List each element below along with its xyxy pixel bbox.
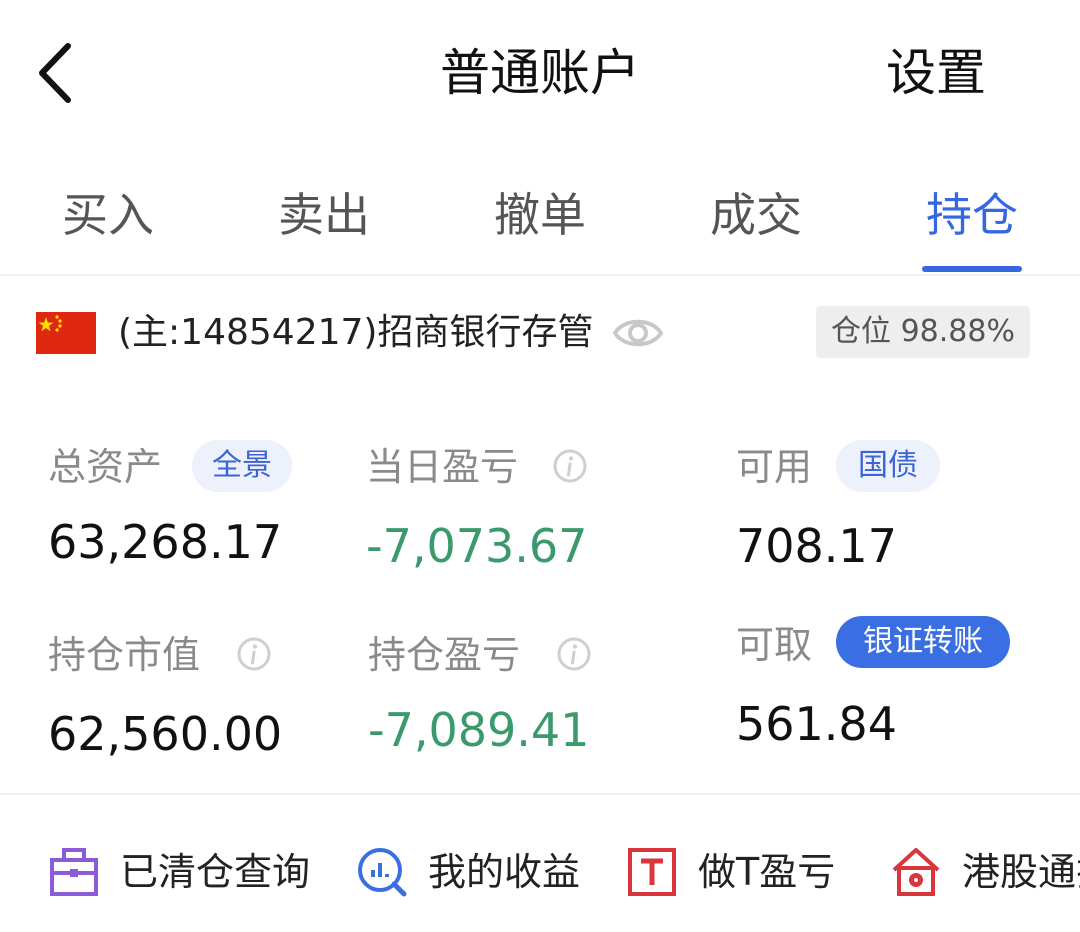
shortcut-label: 已清仓查询 bbox=[120, 850, 311, 894]
chart-magnifier-icon bbox=[358, 848, 407, 897]
account-row: (主:14854217)招商银行存管 仓位 98.88% bbox=[0, 300, 1080, 370]
position-pl-label: 持仓盈亏 bbox=[368, 633, 521, 677]
tab-sell[interactable]: 卖出 bbox=[278, 184, 370, 246]
market-value-label: 持仓市值 bbox=[48, 633, 201, 677]
tab-buy[interactable]: 买入 bbox=[62, 184, 154, 246]
divider bbox=[0, 793, 1080, 795]
shortcut-label: 做T盈亏 bbox=[698, 850, 836, 894]
shortcut-label: 我的收益 bbox=[428, 850, 581, 894]
t-box-icon bbox=[628, 848, 676, 896]
withdrawable-label: 可取 bbox=[736, 623, 813, 667]
hk-flower-house-icon bbox=[892, 848, 940, 896]
shortcut-day-trading-pl[interactable]: 做T盈亏 bbox=[626, 842, 856, 902]
treasury-bond-pill[interactable]: 国债 bbox=[836, 440, 940, 492]
position-ratio-badge: 仓位 98.88% bbox=[816, 306, 1030, 358]
daily-pl-label: 当日盈亏 bbox=[366, 445, 519, 489]
eye-icon[interactable] bbox=[612, 310, 664, 356]
header: 普通账户 设置 bbox=[0, 0, 1080, 150]
total-assets-value: 63,268.17 bbox=[48, 515, 283, 569]
settings-button[interactable]: 设置 bbox=[886, 40, 986, 106]
info-icon[interactable] bbox=[552, 448, 588, 484]
tab-trades[interactable]: 成交 bbox=[710, 184, 802, 246]
tab-cancel-order[interactable]: 撤单 bbox=[494, 184, 586, 246]
overview-pill[interactable]: 全景 bbox=[192, 440, 292, 492]
account-label[interactable]: (主:14854217)招商银行存管 bbox=[118, 308, 593, 358]
bank-transfer-button[interactable]: 银证转账 bbox=[836, 616, 1010, 668]
shortcut-label: 港股通排 bbox=[962, 850, 1080, 894]
tab-bar: 买入 卖出 撤单 成交 持仓 bbox=[0, 170, 1080, 276]
tab-positions[interactable]: 持仓 bbox=[926, 184, 1018, 246]
withdrawable-value: 561.84 bbox=[736, 697, 897, 751]
available-value: 708.17 bbox=[736, 519, 897, 573]
account-page: 普通账户 设置 买入 卖出 撤单 成交 持仓 (主:14854217)招商银行存… bbox=[0, 0, 1080, 932]
available-label: 可用 bbox=[736, 445, 813, 489]
shortcut-my-earnings[interactable]: 我的收益 bbox=[356, 842, 586, 902]
daily-pl-value: -7,073.67 bbox=[366, 519, 588, 573]
active-tab-indicator bbox=[922, 266, 1022, 272]
briefcase-icon bbox=[50, 848, 98, 896]
info-icon[interactable] bbox=[236, 636, 272, 672]
position-pl-value: -7,089.41 bbox=[368, 703, 590, 757]
total-assets-label: 总资产 bbox=[48, 445, 163, 489]
china-flag-icon bbox=[36, 312, 96, 354]
market-value-value: 62,560.00 bbox=[48, 707, 283, 761]
shortcut-hk-connect[interactable]: 港股通排 bbox=[890, 842, 1080, 902]
info-icon[interactable] bbox=[556, 636, 592, 672]
shortcut-cleared-positions[interactable]: 已清仓查询 bbox=[48, 842, 318, 902]
